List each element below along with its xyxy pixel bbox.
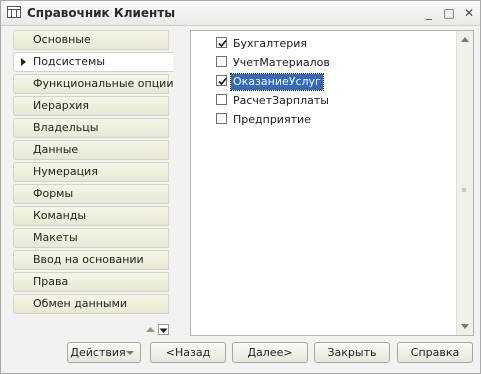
subsystem-checkbox[interactable] xyxy=(216,75,227,86)
subsystem-list: Бухгалтерия УчетМатериалов ОказаниеУслуг Ра… xyxy=(191,31,457,335)
window: Справочник Клиенты _ □ ✕ Основные Подсист… xyxy=(0,0,481,374)
subsystem-checkbox[interactable] xyxy=(216,56,227,67)
vertical-scrollbar[interactable] xyxy=(456,31,473,335)
tab-label: Права xyxy=(33,275,69,288)
tab-label: Владельцы xyxy=(33,121,99,134)
tab-10[interactable]: Макеты xyxy=(13,228,169,248)
form-content: Основные Подсистемы Функциональные опции Ие… xyxy=(9,28,474,338)
tab-7[interactable]: Нумерация xyxy=(13,162,169,182)
tab-label: Основные xyxy=(33,33,91,46)
help-button[interactable]: Справка xyxy=(397,342,473,363)
tab-label: Макеты xyxy=(33,231,78,244)
subsystem-checkbox[interactable] xyxy=(216,113,227,124)
subsystem-checkbox[interactable] xyxy=(216,94,227,105)
tab-label: Команды xyxy=(33,209,87,222)
tab-4[interactable]: Иерархия xyxy=(13,96,169,116)
tab-label: Подсистемы xyxy=(33,55,106,68)
tab-scroll-up-icon[interactable] xyxy=(145,324,156,335)
tab-scroll-controls xyxy=(145,324,171,336)
tab-label: Нумерация xyxy=(33,165,98,178)
tab-1[interactable]: Основные xyxy=(13,30,169,50)
subsystem-label: Предприятие xyxy=(233,113,311,126)
tab-8[interactable]: Формы xyxy=(13,184,169,204)
actions-button-label: Действия xyxy=(70,346,126,359)
scroll-down-icon[interactable] xyxy=(458,319,472,333)
window-title: Справочник Клиенты xyxy=(27,6,176,20)
tab-5[interactable]: Владельцы xyxy=(13,118,169,138)
tab-2[interactable]: Подсистемы xyxy=(13,52,173,72)
active-tab-arrow-icon xyxy=(21,58,26,66)
tab-list: Основные Подсистемы Функциональные опции Ие… xyxy=(13,30,173,316)
scroll-up-icon[interactable] xyxy=(458,33,472,47)
tab-3[interactable]: Функциональные опции xyxy=(13,74,173,94)
tab-label: Функциональные опции xyxy=(33,77,174,90)
subsystem-checkbox[interactable] xyxy=(216,37,227,48)
subsystem-label: Бухгалтерия xyxy=(233,37,308,50)
next-button[interactable]: Далее> xyxy=(232,342,308,363)
title-bar[interactable]: Справочник Клиенты _ □ ✕ xyxy=(1,1,480,26)
actions-button[interactable]: Действия xyxy=(67,342,141,363)
dropdown-arrow-icon xyxy=(126,351,134,355)
subsystem-label: УчетМатериалов xyxy=(233,56,330,69)
tab-label: Иерархия xyxy=(33,99,89,112)
subsystem-label: ОказаниеУслуг xyxy=(230,73,324,91)
tab-label: Формы xyxy=(33,187,74,200)
tab-label: Обмен данными xyxy=(33,297,128,310)
minimize-button[interactable]: _ xyxy=(421,5,437,21)
button-bar: Действия <Назад Далее> Закрыть Справка xyxy=(1,342,481,366)
close-window-button[interactable]: ✕ xyxy=(461,5,477,21)
catalog-icon xyxy=(7,6,21,18)
tab-12[interactable]: Права xyxy=(13,272,169,292)
back-button[interactable]: <Назад xyxy=(150,342,226,363)
subsystems-panel: Бухгалтерия УчетМатериалов ОказаниеУслуг Ра… xyxy=(190,30,474,336)
tab-11[interactable]: Ввод на основании xyxy=(13,250,169,270)
tab-13[interactable]: Обмен данными xyxy=(13,294,169,314)
tab-label: Данные xyxy=(33,143,79,156)
tab-label: Ввод на основании xyxy=(33,253,144,266)
tab-scroll-down-icon[interactable] xyxy=(158,324,169,335)
tab-6[interactable]: Данные xyxy=(13,140,169,160)
subsystem-label: РасчетЗарплаты xyxy=(233,94,329,107)
close-button[interactable]: Закрыть xyxy=(314,342,390,363)
tab-9[interactable]: Команды xyxy=(13,206,169,226)
scroll-grip-icon xyxy=(462,182,466,192)
maximize-button[interactable]: □ xyxy=(441,5,457,21)
